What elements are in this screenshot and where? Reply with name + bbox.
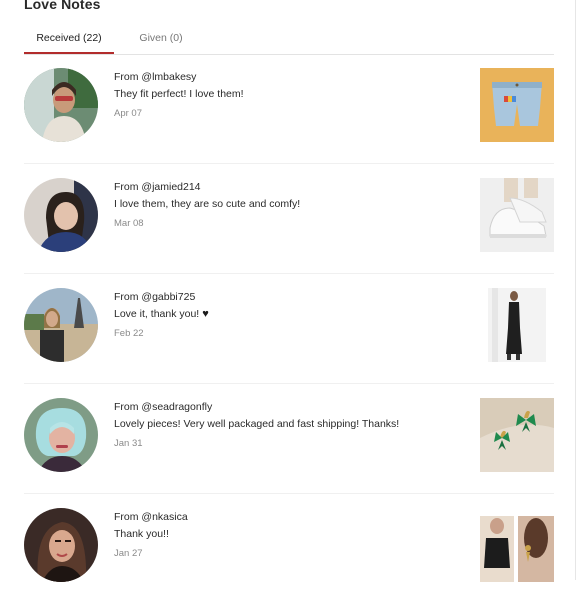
butterfly-earrings-icon xyxy=(480,398,554,472)
note-date: Feb 22 xyxy=(114,328,144,339)
denim-shorts-icon xyxy=(480,68,554,142)
item-thumbnail[interactable] xyxy=(480,178,554,252)
note-sender[interactable]: From @lmbakesy xyxy=(114,70,464,84)
item-thumbnail[interactable] xyxy=(480,288,554,362)
black-dress-icon xyxy=(480,288,554,362)
user-photo-icon xyxy=(24,68,98,142)
list-item: From @gabbi725 Love it, thank you! ♥ Feb … xyxy=(24,274,554,384)
note-date: Mar 08 xyxy=(114,218,144,229)
note-message: Lovely pieces! Very well packaged and fa… xyxy=(114,418,400,430)
note-message: They fit perfect! I love them! xyxy=(114,88,244,100)
note-sender[interactable]: From @nkasica xyxy=(114,510,464,524)
item-thumbnail[interactable] xyxy=(480,508,554,582)
note-message-text: Love it, thank you! xyxy=(114,308,200,320)
list-item: From @jamied214 I love them, they are so… xyxy=(24,164,554,274)
note-message: I love them, they are so cute and comfy! xyxy=(114,198,301,210)
note-sender[interactable]: From @seadragonfly xyxy=(114,400,464,414)
avatar[interactable] xyxy=(24,508,98,582)
notes-list: From @lmbakesy They fit perfect! I love … xyxy=(24,54,554,603)
divider xyxy=(575,0,576,580)
note-message: Thank you!! xyxy=(114,528,169,540)
note-text: From @seadragonfly Lovely pieces! Very w… xyxy=(114,400,464,450)
note-sender[interactable]: From @gabbi725 xyxy=(114,290,464,304)
item-thumbnail[interactable] xyxy=(480,398,554,472)
note-date: Jan 31 xyxy=(114,438,143,449)
tab-bar: Received (22) Given (0) xyxy=(24,24,554,55)
list-item: From @seadragonfly Lovely pieces! Very w… xyxy=(24,384,554,494)
tab-received[interactable]: Received (22) xyxy=(24,24,114,54)
note-text: From @gabbi725 Love it, thank you! ♥ Feb … xyxy=(114,290,464,340)
note-sender[interactable]: From @jamied214 xyxy=(114,180,464,194)
white-sneakers-icon xyxy=(480,178,554,252)
avatar[interactable] xyxy=(24,398,98,472)
black-heart-icon: ♥ xyxy=(202,308,209,320)
page-title: Love Notes xyxy=(24,0,101,12)
list-item: From @lmbakesy They fit perfect! I love … xyxy=(24,54,554,164)
tab-given[interactable]: Given (0) xyxy=(128,24,194,52)
item-thumbnail[interactable] xyxy=(480,68,554,142)
note-date: Apr 07 xyxy=(114,108,142,119)
user-photo-icon xyxy=(24,288,98,362)
avatar[interactable] xyxy=(24,178,98,252)
note-text: From @nkasica Thank you!! Jan 27 xyxy=(114,510,464,560)
note-text: From @lmbakesy They fit perfect! I love … xyxy=(114,70,464,120)
user-photo-icon xyxy=(24,178,98,252)
note-date: Jan 27 xyxy=(114,548,143,559)
user-photo-icon xyxy=(24,398,98,472)
note-text: From @jamied214 I love them, they are so… xyxy=(114,180,464,230)
avatar[interactable] xyxy=(24,288,98,362)
black-top-earrings-icon xyxy=(480,508,554,582)
note-message: Love it, thank you! ♥ xyxy=(114,307,464,321)
user-photo-icon xyxy=(24,508,98,582)
avatar[interactable] xyxy=(24,68,98,142)
love-notes-page: Love Notes Received (22) Given (0) From … xyxy=(0,0,580,582)
list-item: From @nkasica Thank you!! Jan 27 xyxy=(24,494,554,603)
